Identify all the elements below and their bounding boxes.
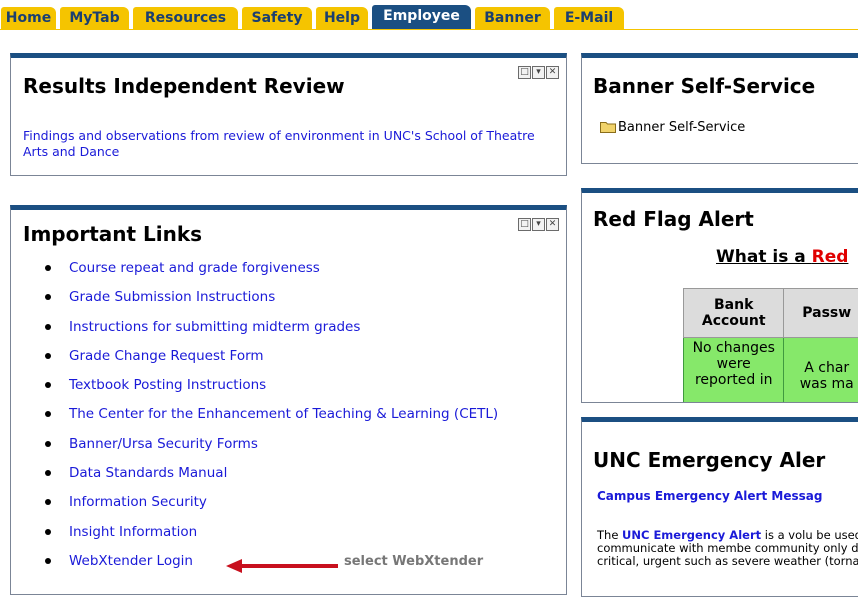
emergency-subhead[interactable]: Campus Emergency Alert Messag [597,489,822,503]
table-row: No changes were reported in A char was m… [684,338,858,404]
list-item: Grade Change Request Form [41,346,498,375]
list-item: Data Standards Manual [41,463,498,492]
table-header: Bank Account [684,289,784,338]
tab-mytab[interactable]: MyTab [60,7,129,29]
bullet-icon [45,294,51,300]
link-webxtender-login[interactable]: WebXtender Login [69,553,193,569]
results-review-link[interactable]: Findings and observations from review of… [23,128,563,160]
portlet-controls: □▾✕ [517,218,559,231]
table-cell: A char was ma [784,338,858,404]
minimize-icon[interactable]: ▾ [532,66,545,79]
link-cetl[interactable]: The Center for the Enhancement of Teachi… [69,406,498,422]
banner-self-service-item[interactable]: Banner Self-Service [618,120,745,135]
link-data-standards[interactable]: Data Standards Manual [69,465,227,481]
bullet-icon [45,558,51,564]
list-item: Course repeat and grade forgiveness [41,258,498,287]
red-flag-alert-portlet: Red Flag Alert What is a Red Bank Accoun… [581,188,858,403]
unc-emergency-alert-portlet: UNC Emergency Aler Campus Emergency Aler… [581,417,858,597]
list-item: Grade Submission Instructions [41,287,498,316]
bullet-icon [45,470,51,476]
question-text: What is a [716,247,812,267]
tab-safety[interactable]: Safety [242,7,312,29]
table-cell: No changes were reported in [684,338,784,404]
portlet-title: Banner Self-Service [593,74,815,98]
important-links-portlet: Important Links □▾✕ Course repeat and gr… [10,205,567,595]
tab-banner[interactable]: Banner [475,7,550,29]
list-item: Banner/Ursa Security Forms [41,434,498,463]
bullet-icon [45,499,51,505]
close-icon[interactable]: ✕ [546,66,559,79]
link-insight-information[interactable]: Insight Information [69,524,197,540]
banner-self-service-link[interactable]: Banner Self-Service [618,120,745,135]
bullet-icon [45,529,51,535]
bullet-icon [45,382,51,388]
bullet-icon [45,441,51,447]
list-item: The Center for the Enhancement of Teachi… [41,404,498,433]
annotation-text: select WebXtender [344,554,483,569]
link-security-forms[interactable]: Banner/Ursa Security Forms [69,436,258,452]
body-bold-text: UNC Emergency Alert [622,528,761,542]
portlet-title: Important Links [23,222,202,246]
link-grade-change-form[interactable]: Grade Change Request Form [69,348,264,364]
table-header: Passw [784,289,858,338]
links-list: Course repeat and grade forgiveness Grad… [41,258,498,580]
arrow-left-icon [226,556,338,576]
portlet-title: UNC Emergency Aler [593,448,825,472]
red-flag-table: Bank Account Passw No changes were repor… [683,288,858,403]
list-item: Insight Information [41,522,498,551]
maximize-icon[interactable]: □ [518,218,531,231]
emergency-body: The UNC Emergency Alert is a volu be use… [597,529,858,568]
list-item: Textbook Posting Instructions [41,375,498,404]
tab-email[interactable]: E-Mail [554,7,624,29]
results-review-portlet: Results Independent Review □▾✕ Findings … [10,53,567,176]
link-textbook-posting[interactable]: Textbook Posting Instructions [69,377,266,393]
list-item: Information Security [41,492,498,521]
annotation: select WebXtender [226,558,526,578]
banner-self-service-portlet: Banner Self-Service Banner Self-Service [581,53,858,164]
body-text: The [597,528,622,542]
bullet-icon [45,353,51,359]
table-header-row: Bank Account Passw [684,289,858,338]
minimize-icon[interactable]: ▾ [532,218,545,231]
red-flag-question[interactable]: What is a Red [716,247,848,267]
tab-bar-underline [0,29,858,30]
question-red-text: Red [812,247,849,267]
tab-home[interactable]: Home [1,7,56,29]
portlet-title: Red Flag Alert [593,207,754,231]
portlet-controls: □▾✕ [517,66,559,79]
bullet-icon [45,324,51,330]
tab-employee[interactable]: Employee [372,5,471,29]
link-information-security[interactable]: Information Security [69,494,207,510]
tab-bar: Home MyTab Resources Safety Help Employe… [0,0,858,30]
tab-help[interactable]: Help [316,7,368,29]
folder-icon [600,121,616,133]
portlet-title: Results Independent Review [23,74,345,98]
link-grade-submission[interactable]: Grade Submission Instructions [69,289,275,305]
list-item: Instructions for submitting midterm grad… [41,317,498,346]
bullet-icon [45,411,51,417]
close-icon[interactable]: ✕ [546,218,559,231]
maximize-icon[interactable]: □ [518,66,531,79]
bullet-icon [45,265,51,271]
link-course-repeat[interactable]: Course repeat and grade forgiveness [69,260,320,276]
tab-resources[interactable]: Resources [133,7,238,29]
link-midterm-grades[interactable]: Instructions for submitting midterm grad… [69,319,360,335]
